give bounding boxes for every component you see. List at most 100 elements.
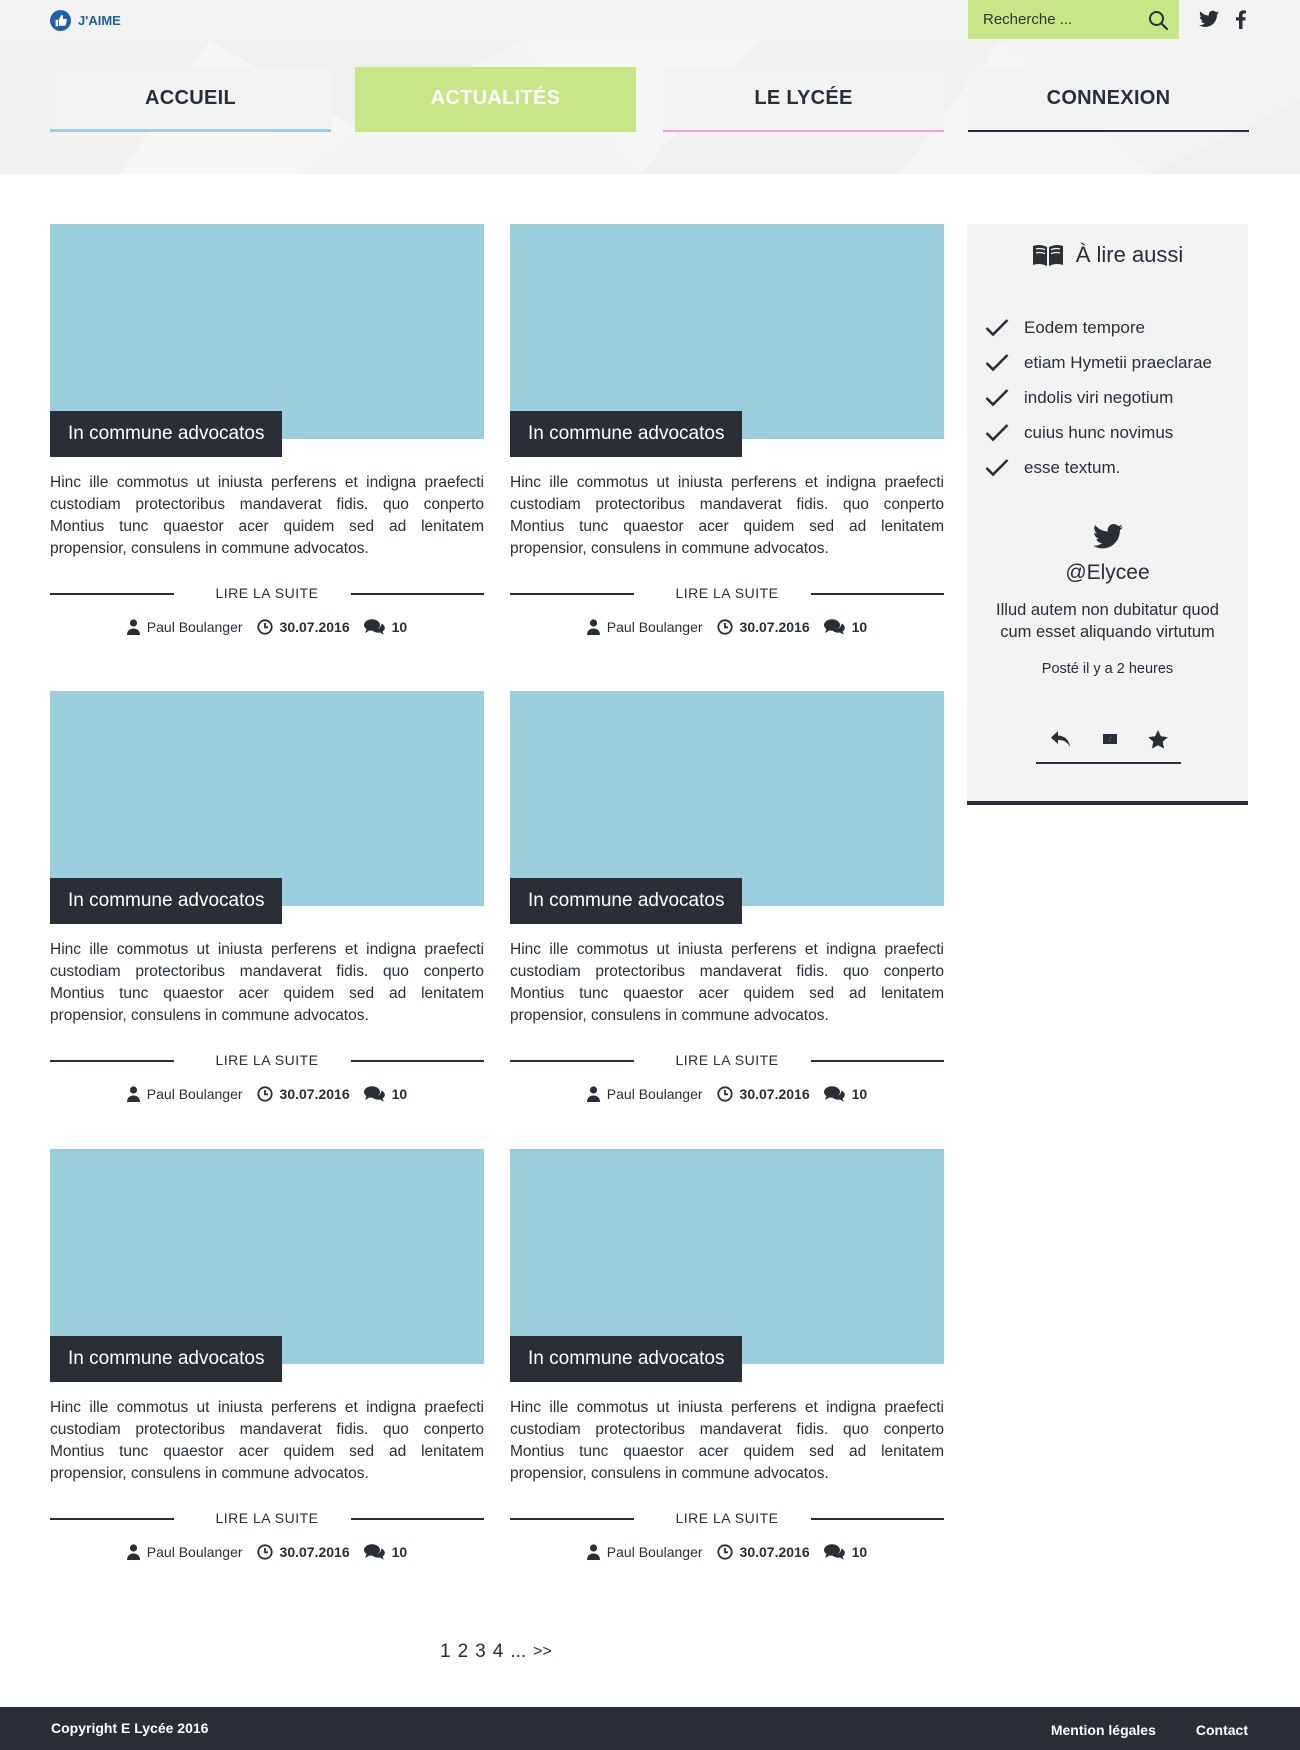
article-comments[interactable]: 10 [363, 1086, 407, 1102]
article-meta: Paul Boulanger 30.07.2016 10 [50, 1084, 484, 1104]
article-title[interactable]: In commune advocatos [50, 411, 283, 457]
reply-icon[interactable] [1050, 730, 1072, 748]
date-value: 30.07.2016 [739, 1086, 810, 1102]
twitter-handle[interactable]: @Elycee [967, 561, 1248, 585]
article-card: In commune advocatos Hinc ille commotus … [510, 1149, 944, 1560]
article-date: 30.07.2016 [256, 1544, 350, 1560]
read-more-link[interactable]: LIRE LA SUITE [676, 1052, 779, 1068]
read-more-link[interactable]: LIRE LA SUITE [676, 585, 779, 601]
page-3-link[interactable]: 3 [475, 1641, 486, 1663]
divider-line [510, 593, 634, 595]
related-link-label: etiam Hymetii praeclarae [1024, 352, 1213, 372]
related-link-label: indolis viri negotium [1024, 387, 1174, 407]
related-link-item[interactable]: cuius hunc novimus [985, 415, 1212, 450]
divider-line [351, 1518, 484, 1520]
divider-line [351, 593, 484, 595]
thumbs-up-icon [50, 9, 71, 31]
twitter-icon[interactable] [1199, 10, 1219, 30]
article-thumbnail[interactable]: In commune advocatos [510, 1149, 944, 1382]
article-title[interactable]: In commune advocatos [50, 878, 283, 924]
page-2-link[interactable]: 2 [458, 1641, 469, 1663]
divider-line [811, 593, 944, 595]
date-value: 30.07.2016 [739, 619, 810, 635]
article-thumbnail[interactable]: In commune advocatos [50, 691, 484, 924]
author-name: Paul Boulanger [606, 619, 703, 635]
read-more-row: LIRE LA SUITE [50, 1051, 484, 1069]
nav-connexion[interactable]: CONNEXION [968, 67, 1249, 132]
page-4-link[interactable]: 4 [493, 1641, 504, 1663]
clock-icon [716, 1086, 733, 1102]
user-icon [126, 619, 140, 635]
divider-line [50, 593, 174, 595]
author-name: Paul Boulanger [606, 1086, 703, 1102]
article-title[interactable]: In commune advocatos [510, 1336, 743, 1382]
legal-notice-link[interactable]: Mention légales [1051, 1722, 1156, 1738]
nav-le-lycee[interactable]: LE LYCÉE [663, 67, 944, 132]
article-date: 30.07.2016 [256, 1086, 350, 1102]
facebook-icon[interactable] [1236, 10, 1246, 30]
divider-line [351, 1060, 484, 1062]
next-page-link[interactable]: >> [533, 1643, 552, 1661]
read-more-link[interactable]: LIRE LA SUITE [216, 585, 319, 601]
read-more-link[interactable]: LIRE LA SUITE [216, 1510, 319, 1526]
like-button[interactable]: J'AIME [50, 9, 121, 31]
tweet-text: Illud autem non dubitatur quod cum esset… [996, 601, 1219, 641]
divider-line [50, 1060, 174, 1062]
article-excerpt: Hinc ille commotus ut iniusta perferens … [50, 941, 484, 1024]
article-title[interactable]: In commune advocatos [510, 411, 743, 457]
clock-icon [256, 619, 273, 635]
article-excerpt: Hinc ille commotus ut iniusta perferens … [50, 1399, 484, 1482]
nav-actualites[interactable]: ACTUALITÉS [355, 67, 636, 132]
article-comments[interactable]: 10 [363, 619, 407, 635]
article-date: 30.07.2016 [716, 619, 810, 635]
author-name: Paul Boulanger [146, 1544, 243, 1560]
article-comments[interactable]: 10 [823, 1544, 868, 1560]
comments-icon [363, 619, 385, 635]
article-thumbnail[interactable]: In commune advocatos [50, 224, 484, 457]
related-link-label: esse textum. [1024, 457, 1121, 477]
search-input[interactable] [968, 0, 1138, 39]
footer-links: Mention légales Contact [1051, 1722, 1248, 1738]
article-title[interactable]: In commune advocatos [50, 1336, 283, 1382]
author-name: Paul Boulanger [606, 1544, 703, 1560]
article-author: Paul Boulanger [586, 1086, 703, 1102]
nav-accueil[interactable]: ACCUEIL [50, 67, 331, 132]
article-excerpt: Hinc ille commotus ut iniusta perferens … [50, 474, 484, 557]
divider-line [510, 1518, 634, 1520]
clock-icon [716, 619, 733, 635]
article-thumbnail[interactable]: In commune advocatos [510, 691, 944, 924]
article-comments[interactable]: 10 [823, 619, 867, 635]
tweet-time: Posté il y a 2 heures [1041, 661, 1174, 677]
article-comments[interactable]: 10 [363, 1544, 408, 1560]
search-icon[interactable] [1147, 9, 1169, 31]
article-card: In commune advocatos Hinc ille commotus … [50, 691, 484, 1102]
author-name: Paul Boulanger [146, 1086, 243, 1102]
article-thumbnail[interactable]: In commune advocatos [50, 1149, 484, 1382]
user-icon [126, 1544, 140, 1560]
page-1-link[interactable]: 1 [440, 1641, 451, 1663]
user-icon [586, 619, 600, 635]
related-link-item[interactable]: esse textum. [985, 450, 1212, 485]
read-more-link[interactable]: LIRE LA SUITE [676, 1510, 779, 1526]
related-link-item[interactable]: indolis viri negotium [985, 380, 1212, 415]
contact-link[interactable]: Contact [1196, 1722, 1248, 1738]
related-link-item[interactable]: etiam Hymetii praeclarae [985, 345, 1212, 380]
article-thumbnail[interactable]: In commune advocatos [510, 224, 944, 457]
read-more-row: LIRE LA SUITE [510, 584, 944, 602]
comments-count: 10 [851, 1544, 868, 1560]
retweet-icon[interactable] [1099, 731, 1121, 747]
checkmark-icon [985, 354, 1009, 372]
checkmark-icon [985, 459, 1009, 477]
favorite-star-icon[interactable] [1147, 729, 1168, 749]
related-link-label: cuius hunc novimus [1024, 422, 1174, 442]
article-date: 30.07.2016 [716, 1544, 810, 1560]
comments-count: 10 [391, 1544, 408, 1560]
twitter-bird-icon [1092, 524, 1123, 549]
related-link-item[interactable]: Eodem tempore [985, 310, 1212, 345]
article-comments[interactable]: 10 [823, 1086, 867, 1102]
article-title[interactable]: In commune advocatos [510, 878, 743, 924]
sidebar: À lire aussi Eodem tempore etiam Hymetii … [967, 224, 1248, 805]
pagination-ellipsis: ... [510, 1641, 527, 1662]
read-more-link[interactable]: LIRE LA SUITE [216, 1052, 319, 1068]
article-author: Paul Boulanger [126, 619, 243, 635]
